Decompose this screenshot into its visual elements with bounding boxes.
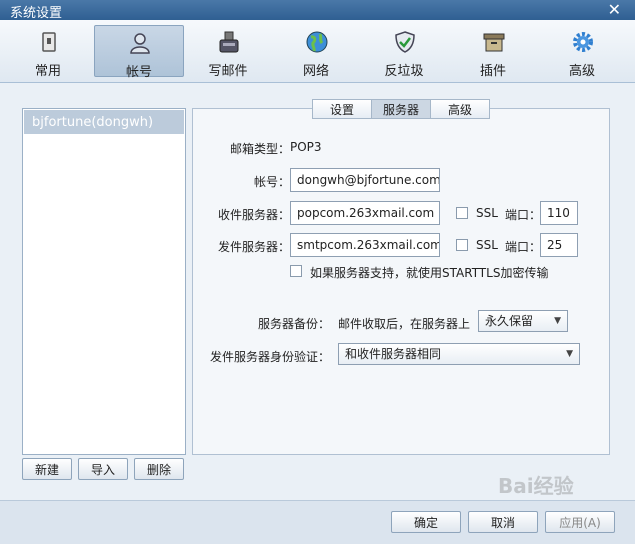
account-field[interactable]: dongwh@bjfortune.com	[290, 168, 440, 192]
account-label: 帐号：	[253, 175, 290, 189]
incoming-ssl-label: SSL	[476, 206, 498, 220]
toolbar-item-general[interactable]: 常用	[4, 25, 92, 79]
ok-button[interactable]: 确定	[391, 511, 461, 533]
outgoing-port-field[interactable]: 25	[540, 233, 578, 257]
incoming-server-label: 收件服务器：	[217, 208, 290, 222]
category-toolbar: 常用 帐号 写邮件 网络 反垃圾 插件 高级	[0, 20, 635, 83]
close-icon[interactable]: ✕	[608, 0, 621, 19]
compose-icon	[219, 31, 239, 53]
toolbar-label-advanced: 高级	[568, 64, 595, 79]
outgoing-server-label: 发件服务器：	[217, 240, 290, 254]
apply-button[interactable]: 应用(A)	[545, 511, 615, 533]
title-bar: 系统设置 ✕	[0, 0, 635, 21]
toolbar-label-compose: 写邮件	[208, 64, 248, 79]
toolbar-label-account: 帐号	[125, 65, 152, 80]
toolbar-item-network[interactable]: 网络	[272, 25, 360, 79]
server-backup-select[interactable]: 永久保留 ▼	[478, 310, 568, 332]
chevron-down-icon: ▼	[554, 316, 561, 326]
starttls-checkbox[interactable]	[290, 265, 302, 277]
import-account-button[interactable]: 导入	[78, 458, 128, 480]
toolbar-label-general: 常用	[34, 64, 61, 79]
incoming-port-field[interactable]: 110	[540, 201, 578, 225]
tab-settings[interactable]: 设置	[312, 99, 372, 119]
advanced-gear-icon	[573, 32, 593, 52]
toolbar-item-compose[interactable]: 写邮件	[184, 25, 272, 79]
account-list-item[interactable]: bjfortune(dongwh)	[24, 110, 184, 134]
plugin-box-icon	[483, 33, 505, 52]
tab-server[interactable]: 服务器	[371, 99, 431, 119]
toolbar-label-network: 网络	[302, 64, 329, 79]
outgoing-server-field[interactable]: smtpcom.263xmail.com	[290, 233, 440, 257]
delete-account-button[interactable]: 删除	[134, 458, 184, 480]
antispam-shield-icon	[395, 31, 415, 53]
new-account-button[interactable]: 新建	[22, 458, 72, 480]
incoming-port-label: 端口：	[505, 208, 542, 222]
toolbar-item-antispam[interactable]: 反垃圾	[360, 25, 448, 79]
outgoing-ssl-checkbox[interactable]	[456, 239, 468, 251]
chevron-down-icon: ▼	[566, 349, 573, 359]
smtp-auth-select[interactable]: 和收件服务器相同 ▼	[338, 343, 580, 365]
server-backup-description: 邮件收取后，在服务器上	[338, 317, 471, 331]
mailbox-type-value: POP3	[290, 140, 322, 154]
watermark: Bai经验	[498, 474, 574, 498]
server-backup-label: 服务器备份：	[257, 317, 330, 331]
network-icon	[306, 31, 328, 53]
smtp-auth-label: 发件服务器身份验证：	[209, 350, 330, 364]
dialog-button-bar	[0, 500, 635, 544]
incoming-ssl-checkbox[interactable]	[456, 207, 468, 219]
account-list: bjfortune(dongwh)	[22, 108, 186, 455]
server-backup-selected-value: 永久保留	[485, 314, 534, 328]
general-icon	[42, 32, 56, 52]
toolbar-item-advanced[interactable]: 高级	[538, 25, 626, 79]
incoming-server-field[interactable]: popcom.263xmail.com	[290, 201, 440, 225]
starttls-label: 如果服务器支持，就使用STARTTLS加密传输	[310, 266, 549, 280]
cancel-button[interactable]: 取消	[468, 511, 538, 533]
server-settings-panel	[192, 108, 610, 455]
account-list-item-label: bjfortune(dongwh)	[32, 115, 154, 130]
window-title: 系统设置	[10, 6, 63, 21]
outgoing-port-label: 端口：	[505, 240, 542, 254]
toolbar-item-account[interactable]: 帐号	[94, 25, 184, 80]
mailbox-type-label: 邮箱类型：	[229, 142, 290, 156]
account-icon	[130, 33, 150, 54]
outgoing-ssl-label: SSL	[476, 238, 498, 252]
tab-advanced[interactable]: 高级	[430, 99, 490, 119]
smtp-auth-selected-value: 和收件服务器相同	[345, 347, 442, 361]
toolbar-label-antispam: 反垃圾	[384, 64, 424, 79]
toolbar-item-plugin[interactable]: 插件	[449, 25, 537, 79]
toolbar-label-plugin: 插件	[479, 64, 506, 79]
settings-window: 系统设置 ✕ 常用 帐号 写邮件 网络 反垃圾 插件 高级 bjfortune(…	[0, 0, 635, 544]
